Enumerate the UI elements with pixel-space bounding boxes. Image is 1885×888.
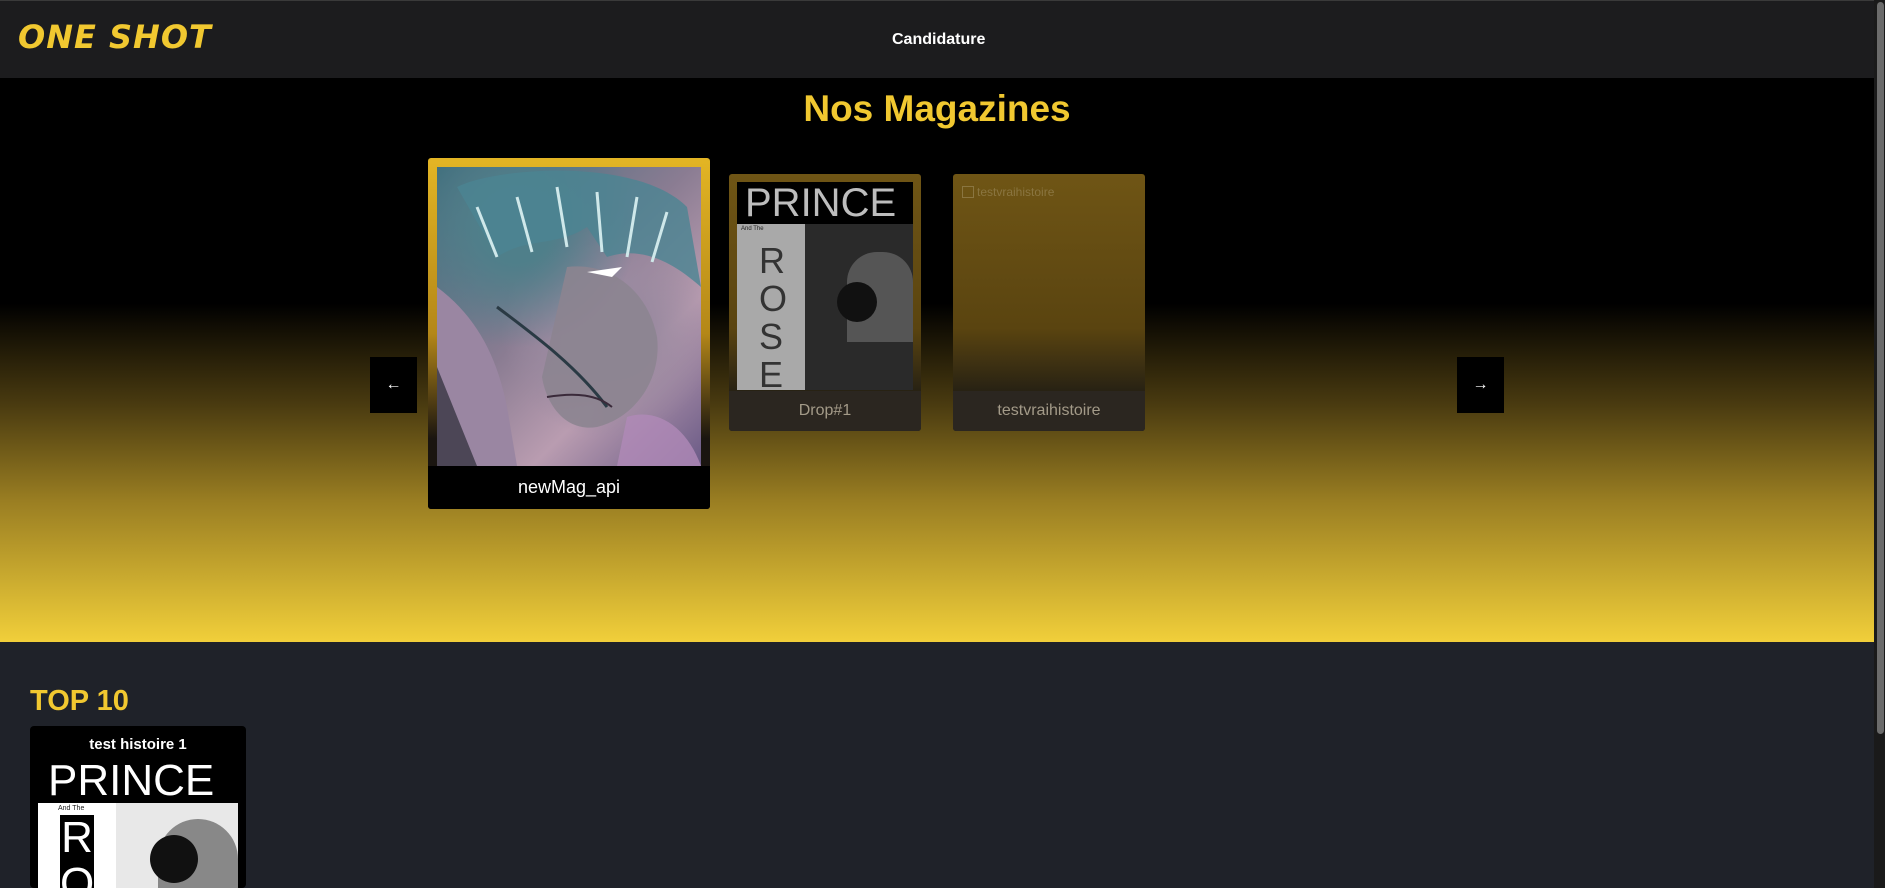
cover-letter: O xyxy=(759,278,788,319)
top10-cover-image: PRINCE And The R O xyxy=(38,759,238,888)
cover-and-the-text: And The xyxy=(741,226,764,232)
site-logo[interactable]: ONE SHOT xyxy=(18,18,212,56)
arrow-left-icon: ← xyxy=(385,376,402,393)
cover-letter: R xyxy=(759,240,785,281)
cover-letter: E xyxy=(759,354,784,391)
magazine-card[interactable]: PRINCE And The R O S E Drop#1 xyxy=(729,174,921,431)
hero-title: Nos Magazines xyxy=(803,88,1071,129)
top10-title: TOP 10 xyxy=(30,685,129,717)
scrollbar-thumb[interactable] xyxy=(1877,2,1884,734)
cover-prince-text: PRINCE xyxy=(737,182,913,224)
cover-letter: R xyxy=(61,813,93,862)
carousel-next-button[interactable]: → xyxy=(1457,357,1504,413)
cover-and-the-text: And The xyxy=(58,805,85,812)
magazine-cover-image: PRINCE And The R O S E xyxy=(737,182,913,390)
magazine-title: Drop#1 xyxy=(729,391,921,431)
cover-letter: S xyxy=(759,316,784,357)
magazine-title: newMag_api xyxy=(428,466,710,509)
carousel-prev-button[interactable]: ← xyxy=(370,357,417,413)
logo-text: ONE SHOT xyxy=(18,18,212,56)
magazine-card-active[interactable]: newMag_api xyxy=(428,158,710,509)
magazine-card[interactable]: testvraihistoire testvraihistoire xyxy=(953,174,1145,431)
magazine-title: testvraihistoire xyxy=(953,391,1145,431)
cover-letter: O xyxy=(60,859,95,888)
broken-image-placeholder: testvraihistoire xyxy=(962,184,1092,200)
broken-image-icon xyxy=(962,186,974,198)
magazine-cover-image xyxy=(437,167,701,466)
cover-prince-text: PRINCE xyxy=(38,759,238,803)
header-bar: ONE SHOT Candidature xyxy=(0,0,1874,79)
magazines-hero: Nos Magazines ← → newMag_api PRINCE And … xyxy=(0,78,1874,642)
nav-link-candidature[interactable]: Candidature xyxy=(892,31,985,49)
arrow-right-icon: → xyxy=(1472,376,1489,393)
top10-card-title: test histoire 1 xyxy=(89,736,187,753)
top10-card[interactable]: test histoire 1 PRINCE And The R O xyxy=(30,726,246,888)
image-alt-text: testvraihistoire xyxy=(977,185,1055,199)
